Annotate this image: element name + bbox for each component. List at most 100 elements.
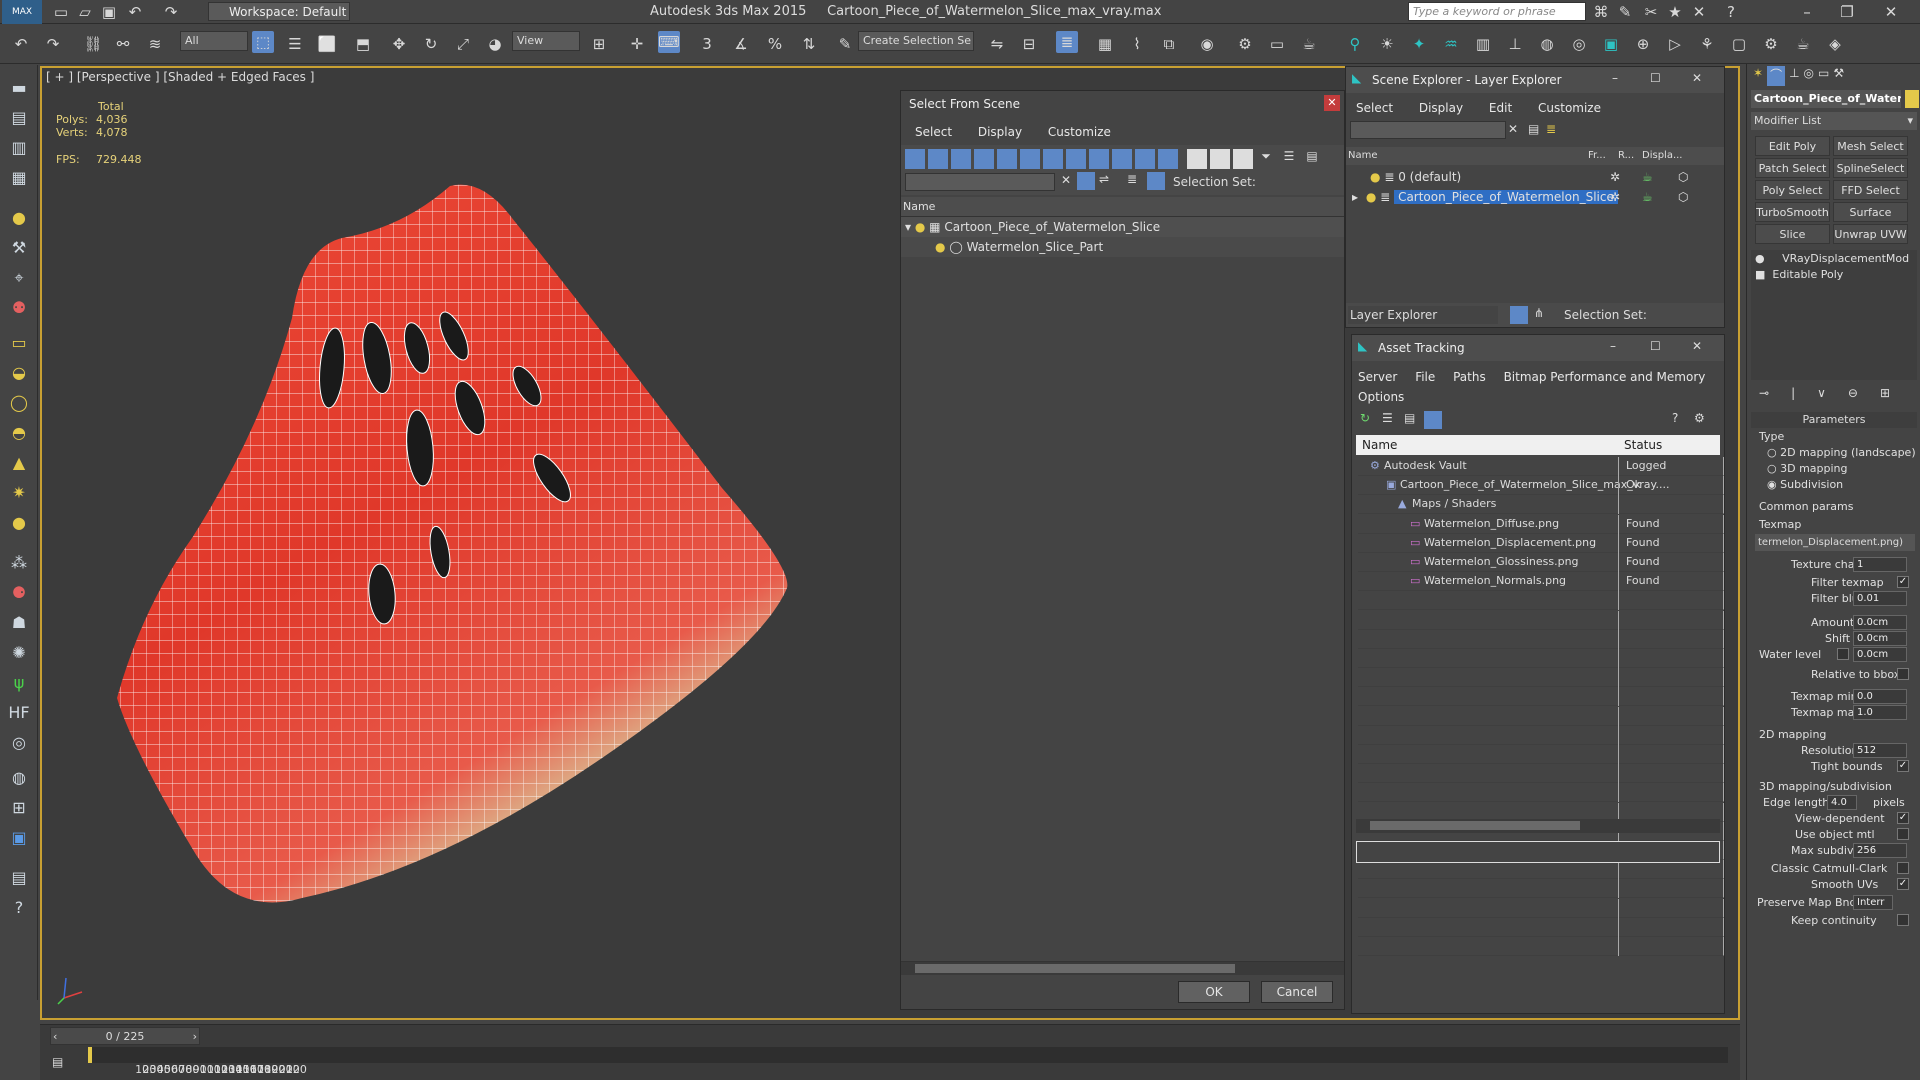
create-tab-icon[interactable]: ✶ bbox=[1753, 66, 1763, 86]
filter-xrefs-icon[interactable] bbox=[1066, 149, 1086, 169]
type-option-2d[interactable]: ○ 2D mapping (landscape) bbox=[1767, 446, 1916, 459]
close-icon[interactable]: ✕ bbox=[1880, 1, 1902, 23]
scene-item-part[interactable]: ● ◯ Watermelon_Slice_Part bbox=[901, 237, 1344, 257]
stack-item-vray[interactable]: ● VRayDisplacementMod bbox=[1755, 252, 1909, 265]
create-sphere-icon[interactable]: ◒ bbox=[6, 360, 32, 386]
create-helper-icon[interactable]: ⚒ bbox=[6, 235, 32, 261]
texmap-max-spinner[interactable]: 1.0 bbox=[1853, 705, 1907, 720]
manipulate-icon[interactable]: ✛ bbox=[626, 33, 648, 55]
spinner-snap-icon[interactable]: ⇅ bbox=[798, 33, 820, 55]
keep-continuity-checkbox[interactable] bbox=[1897, 914, 1909, 926]
stack-item-editable-poly[interactable]: ■ Editable Poly bbox=[1755, 268, 1843, 281]
filter-bones-icon[interactable] bbox=[1089, 149, 1109, 169]
filter-texmap-checkbox[interactable]: ✓ bbox=[1897, 576, 1909, 588]
filter-active-icon[interactable] bbox=[1077, 172, 1095, 190]
select-by-name-icon[interactable]: ☰ bbox=[284, 33, 306, 55]
table-view-icon[interactable] bbox=[1424, 411, 1442, 429]
vray-fur-icon[interactable]: ♒ bbox=[1440, 33, 1462, 55]
detail-view-icon[interactable]: ▤ bbox=[1404, 411, 1415, 425]
at-settings-icon[interactable]: ⚙ bbox=[1694, 411, 1705, 425]
asset-row[interactable]: ▭ Watermelon_Diffuse.png Found bbox=[1358, 514, 1724, 534]
vray-frame-icon[interactable]: ◎ bbox=[1568, 33, 1590, 55]
create-ball-icon[interactable]: ● bbox=[6, 510, 32, 536]
layer-row-default[interactable]: ● ≣ 0 (default) ✲ ☕ ⬡ bbox=[1346, 167, 1724, 187]
horizontal-scrollbar[interactable] bbox=[901, 961, 1344, 975]
window-crossing-icon[interactable]: ⬒ bbox=[352, 33, 374, 55]
keyboard-shortcut-icon[interactable]: ⌨ bbox=[658, 31, 680, 53]
globe-icon[interactable]: ◍ bbox=[6, 765, 32, 791]
ffd-select-button[interactable]: FFD Select bbox=[1833, 180, 1908, 200]
remove-modifier-icon[interactable]: ⊖ bbox=[1848, 386, 1858, 404]
configure-sets-icon[interactable]: ⊞ bbox=[1880, 386, 1890, 404]
community-icon[interactable]: ✂ bbox=[1640, 1, 1662, 23]
unwrap-uvw-button[interactable]: Unwrap UVW bbox=[1833, 224, 1908, 244]
hierarchy-tab-icon[interactable]: ⊥ bbox=[1789, 66, 1799, 86]
vray-toolbar-icon[interactable]: ◈ bbox=[1824, 33, 1846, 55]
create-compound-icon[interactable]: ▦ bbox=[6, 165, 32, 191]
watermelon-model[interactable] bbox=[42, 68, 902, 948]
se-col-name[interactable]: Name bbox=[1348, 147, 1378, 165]
angle-snap-icon[interactable]: ∡ bbox=[730, 33, 752, 55]
help-icon[interactable]: ? bbox=[1720, 1, 1742, 23]
percent-snap-icon[interactable]: % bbox=[764, 33, 786, 55]
resolution-spinner[interactable]: 512 bbox=[1853, 743, 1907, 758]
tools-icon[interactable]: ✎ bbox=[1614, 1, 1636, 23]
render-teapot-icon[interactable]: ☕ bbox=[1642, 187, 1653, 207]
create-panel-icon[interactable]: ▥ bbox=[6, 135, 32, 161]
filter-warps-icon[interactable] bbox=[1020, 149, 1040, 169]
minimize-icon[interactable]: – bbox=[1796, 1, 1818, 23]
create-shape-icon[interactable]: ▤ bbox=[6, 105, 32, 131]
scale-icon[interactable]: ⤢ bbox=[452, 33, 474, 55]
ref-coord-dropdown[interactable]: View bbox=[512, 31, 580, 51]
render-icon[interactable]: ☕ bbox=[1298, 33, 1320, 55]
snap-icon[interactable]: 3 bbox=[696, 33, 718, 55]
at-close-icon[interactable]: ✕ bbox=[1692, 339, 1702, 353]
se-col-render[interactable]: R... bbox=[1618, 147, 1634, 165]
surface-select-button[interactable]: Surface Select bbox=[1833, 202, 1908, 239]
x-icon[interactable]: ✕ bbox=[1688, 1, 1710, 23]
explorer-type-dropdown[interactable]: Layer Explorer bbox=[1348, 306, 1498, 324]
rect-region-icon[interactable]: ⬜ bbox=[316, 33, 338, 55]
render-teapot-icon[interactable]: ☕ bbox=[1642, 167, 1653, 187]
at-col-status[interactable]: Status bbox=[1624, 435, 1662, 455]
filter-blur-spinner[interactable]: 0.01 bbox=[1853, 591, 1907, 606]
se-col-freeze[interactable]: Fr... bbox=[1588, 147, 1606, 165]
preserve-map-dropdown[interactable]: Interr bbox=[1853, 895, 1893, 910]
find-input[interactable] bbox=[905, 173, 1055, 191]
se-close-icon[interactable]: ✕ bbox=[1692, 71, 1702, 85]
poly-select-button[interactable]: Poly Select bbox=[1755, 180, 1830, 200]
binoculars-icon[interactable]: ⌘ bbox=[1590, 1, 1612, 23]
water-level-checkbox[interactable] bbox=[1837, 648, 1849, 660]
edge-length-spinner[interactable]: 4.0 bbox=[1827, 795, 1857, 810]
vray-dome-icon[interactable]: ⚘ bbox=[1696, 33, 1718, 55]
time-slider[interactable]: ‹ 0 / 225 › bbox=[50, 1027, 200, 1045]
vray-plane-icon[interactable]: ⊥ bbox=[1504, 33, 1526, 55]
turbosmooth-button[interactable]: TurboSmooth bbox=[1755, 202, 1830, 222]
vray-vfb-icon[interactable]: ▢ bbox=[1728, 33, 1750, 55]
sphere-tool-icon[interactable]: ◎ bbox=[6, 730, 32, 756]
se-add-to-layer-icon[interactable]: ≣ bbox=[1546, 122, 1556, 136]
se-col-display[interactable]: Displa... bbox=[1642, 147, 1682, 165]
freeze-icon[interactable]: ✲ bbox=[1610, 167, 1620, 187]
tight-bounds-checkbox[interactable]: ✓ bbox=[1897, 760, 1909, 772]
view-dependent-checkbox[interactable]: ✓ bbox=[1897, 812, 1909, 824]
app-logo[interactable]: MAX bbox=[2, 0, 42, 24]
link-icon[interactable]: ⛓ bbox=[82, 33, 104, 55]
question-icon[interactable]: ? bbox=[6, 895, 32, 921]
vray-light-icon[interactable]: ✦ bbox=[1408, 33, 1430, 55]
pivot-icon[interactable]: ⊞ bbox=[588, 33, 610, 55]
unlink-icon[interactable]: ⚯ bbox=[112, 33, 134, 55]
at-menu-paths[interactable]: Paths bbox=[1453, 370, 1486, 384]
relative-bbox-checkbox[interactable] bbox=[1897, 668, 1909, 680]
bind-space-warp-icon[interactable]: ≋ bbox=[144, 33, 166, 55]
hierarchy-icon[interactable] bbox=[1147, 172, 1165, 190]
material-editor-icon[interactable]: ◉ bbox=[1196, 33, 1218, 55]
vray-proxy-icon[interactable]: ▣ bbox=[1600, 33, 1622, 55]
at-col-name[interactable]: Name bbox=[1362, 435, 1397, 455]
schematic-icon[interactable]: ⧉ bbox=[1158, 33, 1180, 55]
filter-shapes-icon[interactable] bbox=[928, 149, 948, 169]
select-all-icon[interactable] bbox=[1187, 149, 1207, 169]
asset-row[interactable]: ▭ Watermelon_Glossiness.png Found bbox=[1358, 553, 1724, 572]
filter-hidden-icon[interactable] bbox=[1158, 149, 1178, 169]
se-menu-edit[interactable]: Edit bbox=[1489, 101, 1512, 115]
